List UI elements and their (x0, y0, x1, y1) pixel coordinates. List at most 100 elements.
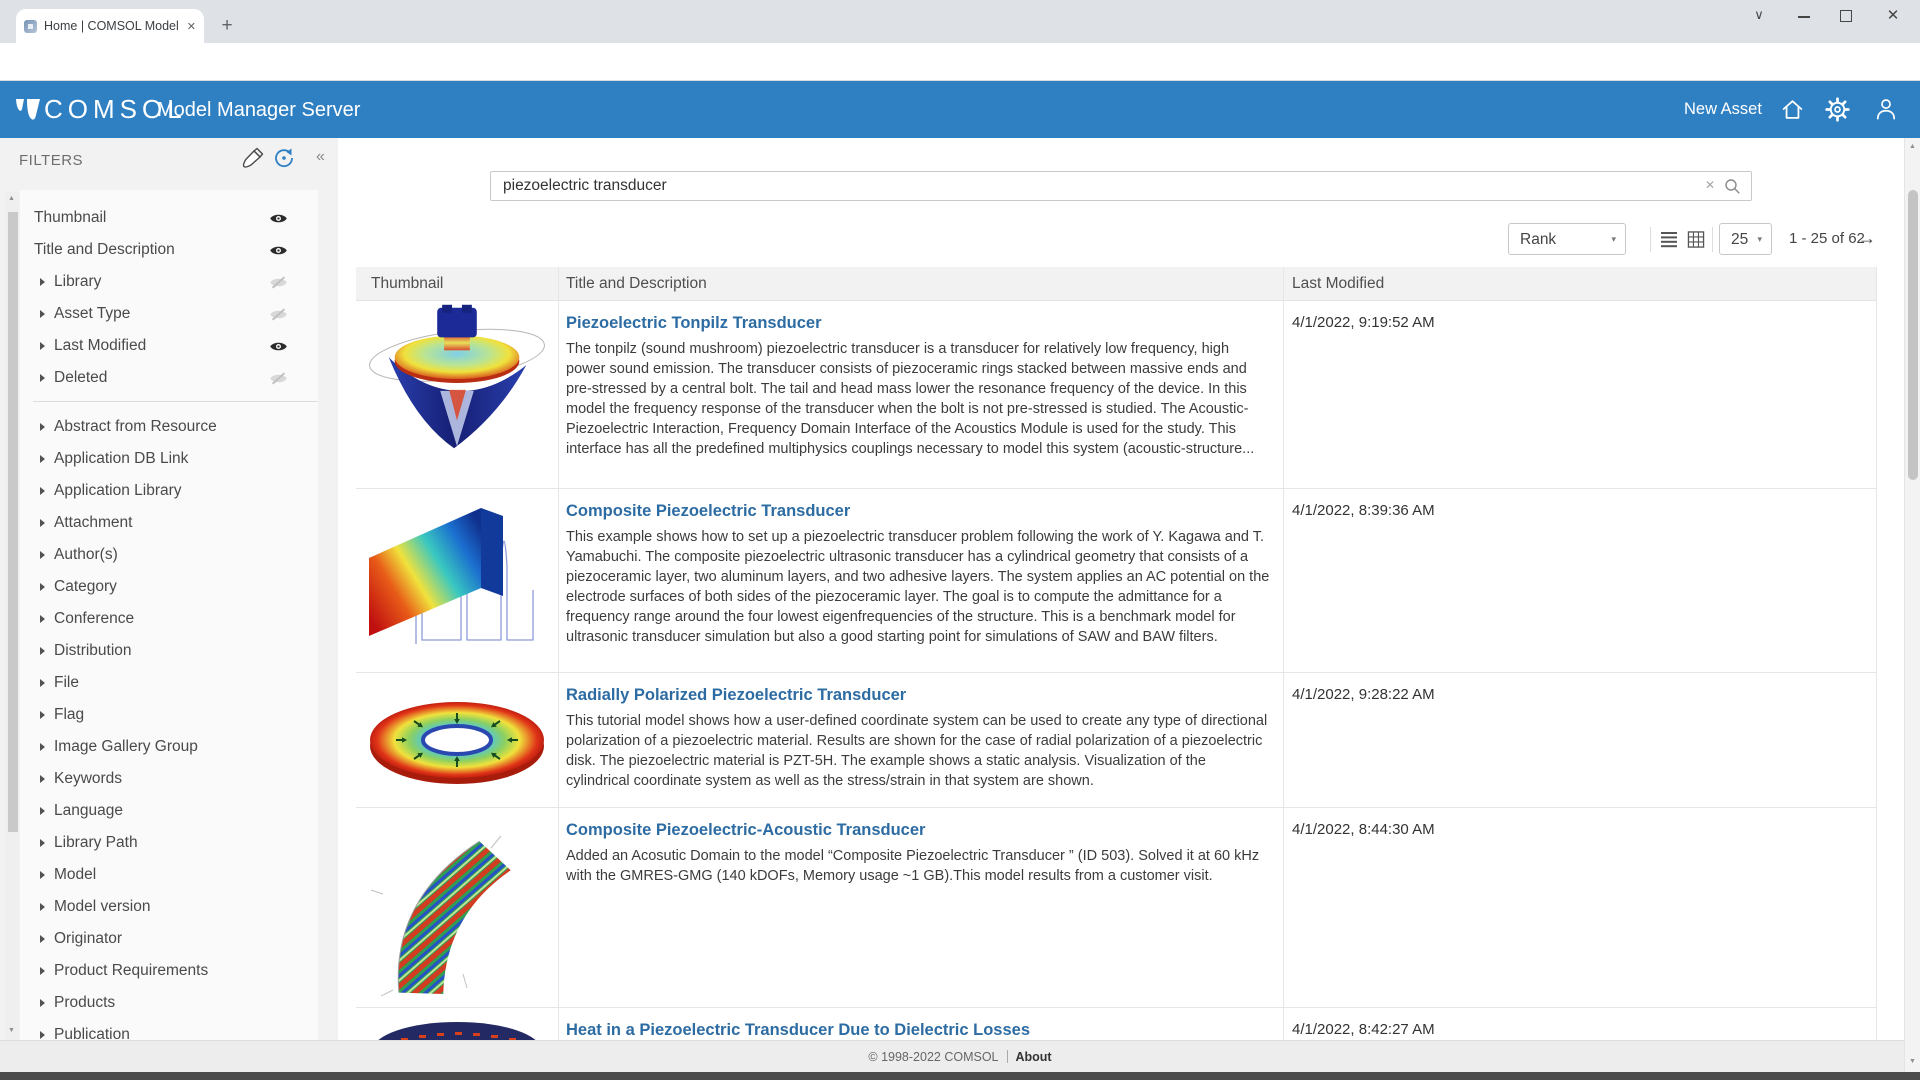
visibility-eye-icon[interactable] (269, 212, 288, 225)
filter-row-model-version[interactable]: Model version (40, 891, 314, 923)
scroll-down-icon[interactable]: ▼ (1909, 1058, 1916, 1065)
expand-caret-icon[interactable] (40, 374, 45, 382)
filter-row-asset-type[interactable]: Asset Type (40, 298, 314, 330)
window-minimize-button[interactable] (1798, 16, 1810, 18)
thumbnail[interactable] (356, 301, 558, 488)
filter-row-category[interactable]: Category (40, 571, 314, 603)
new-asset-button[interactable]: New Asset (1684, 81, 1762, 138)
window-close-button[interactable]: ✕ (1878, 6, 1908, 24)
expand-caret-icon[interactable] (40, 1031, 45, 1039)
filter-row-distribution[interactable]: Distribution (40, 635, 314, 667)
thumbnail[interactable] (356, 489, 558, 672)
about-link[interactable]: About (1016, 1050, 1052, 1064)
filter-row-file[interactable]: File (40, 667, 314, 699)
filter-row-publication[interactable]: Publication (40, 1019, 314, 1040)
visibility-eye-icon[interactable] (269, 340, 288, 353)
expand-caret-icon[interactable] (40, 743, 45, 751)
result-title-link[interactable]: Heat in a Piezoelectric Transducer Due t… (566, 1021, 1272, 1040)
grid-view-icon[interactable] (1687, 231, 1705, 248)
expand-caret-icon[interactable] (40, 807, 45, 815)
expand-caret-icon[interactable] (40, 487, 45, 495)
person-icon[interactable] (1874, 97, 1898, 121)
expand-caret-icon[interactable] (40, 310, 45, 318)
result-title-link[interactable]: Composite Piezoelectric Transducer (566, 502, 1272, 521)
expand-caret-icon[interactable] (40, 423, 45, 431)
expand-caret-icon[interactable] (40, 583, 45, 591)
page-scrollbar[interactable]: ▲ ▼ (1904, 138, 1920, 1072)
browser-tab[interactable]: Home | COMSOL Model Manage ✕ (16, 9, 204, 43)
tab-search-icon[interactable]: ∨ (1744, 7, 1774, 23)
visibility-eye-icon[interactable] (269, 244, 288, 257)
expand-caret-icon[interactable] (40, 519, 45, 527)
next-page-icon[interactable]: → (1858, 223, 1876, 254)
expand-caret-icon[interactable] (40, 679, 45, 687)
clear-search-icon[interactable]: ✕ (1705, 178, 1715, 192)
page-scrollbar-thumb[interactable] (1908, 190, 1918, 480)
filter-row-authors[interactable]: Author(s) (40, 539, 314, 571)
refresh-icon[interactable] (272, 146, 296, 170)
expand-caret-icon[interactable] (40, 903, 45, 911)
filter-row-last-modified[interactable]: Last Modified (40, 330, 314, 362)
expand-caret-icon[interactable] (40, 871, 45, 879)
filter-row-model[interactable]: Model (40, 859, 314, 891)
window-maximize-button[interactable] (1840, 10, 1852, 22)
expand-caret-icon[interactable] (40, 935, 45, 943)
filter-row-language[interactable]: Language (40, 795, 314, 827)
filter-row-thumbnail[interactable]: Thumbnail (34, 202, 314, 234)
search-icon[interactable] (1724, 178, 1741, 195)
expand-caret-icon[interactable] (40, 615, 45, 623)
filter-row-library[interactable]: Library (40, 266, 314, 298)
expand-caret-icon[interactable] (40, 455, 45, 463)
thumbnail[interactable] (356, 1008, 558, 1040)
filter-row-application-library[interactable]: Application Library (40, 475, 314, 507)
expand-caret-icon[interactable] (40, 647, 45, 655)
filter-row-product-requirements[interactable]: Product Requirements (40, 955, 314, 987)
sort-select[interactable]: Rank ▾ (1508, 223, 1626, 255)
result-title-link[interactable]: Composite Piezoelectric-Acoustic Transdu… (566, 821, 1272, 840)
expand-caret-icon[interactable] (40, 711, 45, 719)
tab-close-icon[interactable]: ✕ (187, 20, 196, 33)
filters-heading: FILTERS (19, 152, 84, 169)
list-view-icon[interactable] (1660, 231, 1678, 248)
home-icon[interactable] (1780, 97, 1805, 122)
visibility-eye-icon[interactable] (269, 372, 288, 385)
expand-caret-icon[interactable] (40, 342, 45, 350)
expand-caret-icon[interactable] (40, 775, 45, 783)
browser-toolbar: ← → ↻ ⓘ localhost:8181/?ft=piezoelectric… (0, 43, 1920, 119)
sidebar-scroll-down-icon[interactable]: ▼ (8, 1027, 15, 1034)
filter-row-abstract-from-resource[interactable]: Abstract from Resource (40, 411, 314, 443)
expand-caret-icon[interactable] (40, 278, 45, 286)
filter-row-application-db-link[interactable]: Application DB Link (40, 443, 314, 475)
new-tab-button[interactable]: + (214, 13, 240, 39)
filter-row-flag[interactable]: Flag (40, 699, 314, 731)
clear-filters-brush-icon[interactable] (241, 146, 265, 170)
sidebar-scroll-up-icon[interactable]: ▲ (8, 195, 15, 202)
search-input[interactable] (491, 172, 1691, 200)
filter-row-keywords[interactable]: Keywords (40, 763, 314, 795)
thumbnail[interactable] (356, 673, 558, 807)
expand-caret-icon[interactable] (40, 999, 45, 1007)
filter-row-products[interactable]: Products (40, 987, 314, 1019)
filter-row-library-path[interactable]: Library Path (40, 827, 314, 859)
collapse-sidebar-icon[interactable]: « (316, 148, 325, 166)
visibility-eye-icon[interactable] (269, 276, 288, 289)
table-header-row: Thumbnail Title and Description Last Mod… (356, 267, 1877, 301)
thumbnail[interactable] (356, 808, 558, 1007)
filter-row-originator[interactable]: Originator (40, 923, 314, 955)
result-title-link[interactable]: Radially Polarized Piezoelectric Transdu… (566, 686, 1272, 705)
page-size-select[interactable]: 25 ▾ (1719, 223, 1772, 255)
visibility-eye-icon[interactable] (269, 308, 288, 321)
expand-caret-icon[interactable] (40, 551, 45, 559)
sidebar-scrollbar-thumb[interactable] (7, 212, 18, 832)
filter-row-attachment[interactable]: Attachment (40, 507, 314, 539)
expand-caret-icon[interactable] (40, 839, 45, 847)
filter-row-deleted[interactable]: Deleted (40, 362, 314, 394)
expand-caret-icon[interactable] (40, 967, 45, 975)
gear-icon[interactable] (1824, 96, 1851, 123)
filter-label: Image Gallery Group (54, 738, 198, 755)
result-title-link[interactable]: Piezoelectric Tonpilz Transducer (566, 314, 1272, 333)
scroll-up-icon[interactable]: ▲ (1909, 143, 1916, 150)
filter-row-title-description[interactable]: Title and Description (34, 234, 314, 266)
filter-row-image-gallery-group[interactable]: Image Gallery Group (40, 731, 314, 763)
filter-row-conference[interactable]: Conference (40, 603, 314, 635)
